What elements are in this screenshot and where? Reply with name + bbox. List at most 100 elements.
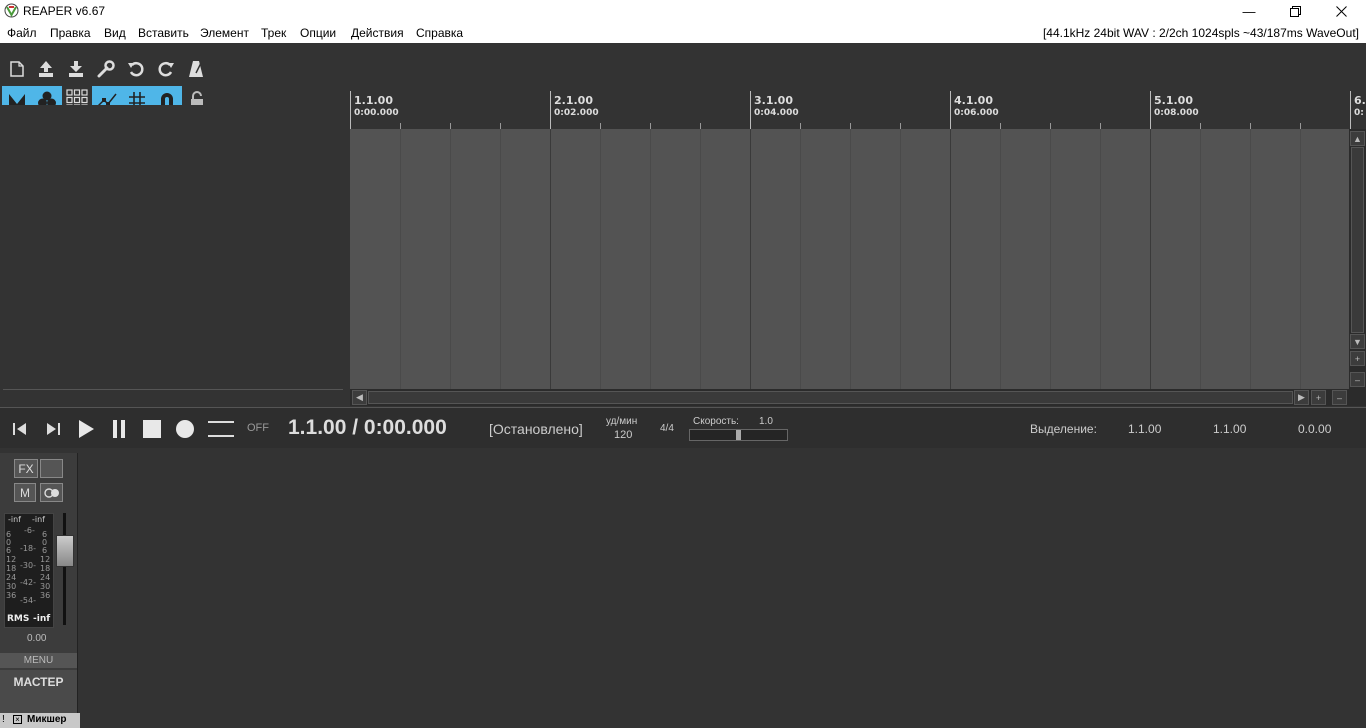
selection-end[interactable]: 1.1.00 — [1213, 422, 1246, 436]
redo-icon[interactable] — [154, 57, 178, 81]
play-button[interactable] — [75, 418, 97, 440]
scroll-down-icon: ▼ — [1353, 336, 1362, 347]
mixer-tab[interactable]: ! × Микшер — [0, 713, 80, 728]
grid-line — [800, 129, 801, 389]
timeline-ruler[interactable]: 1.1.00 0:00.000 2.1.00 0:02.000 3.1.00 0… — [350, 91, 1366, 130]
scroll-left-icon: ◀ — [356, 392, 363, 402]
rate-slider[interactable] — [689, 429, 788, 441]
menu-view[interactable]: Вид — [104, 26, 126, 40]
volume-fader-knob[interactable] — [56, 535, 74, 567]
ruler-beat: 5.1.00 — [1154, 94, 1193, 107]
master-meter[interactable]: -inf -inf -6- -18- -30- -42- -54- 6 0 6 … — [4, 513, 54, 628]
scroll-up-icon: ▲ — [1353, 133, 1362, 144]
menu-insert[interactable]: Вставить — [138, 26, 189, 40]
plus-icon: + — [1315, 392, 1322, 403]
scroll-up-button[interactable]: ▲ — [1350, 131, 1365, 146]
master-name: МАСТЕР — [0, 670, 77, 713]
minimize-button[interactable]: — — [1226, 0, 1272, 22]
grid-line — [1300, 129, 1301, 389]
meter-scale: -42- — [20, 578, 36, 587]
close-tab-icon[interactable]: × — [13, 715, 22, 724]
wrench-icon[interactable] — [94, 57, 118, 81]
pause-icon — [113, 420, 125, 438]
grid-line — [1100, 129, 1101, 389]
arrange-view[interactable] — [350, 129, 1349, 389]
selection-label: Выделение: — [1030, 422, 1097, 436]
menu-track[interactable]: Трек — [261, 26, 286, 40]
repeat-state[interactable]: OFF — [247, 422, 269, 434]
volume-fader-track[interactable] — [63, 513, 66, 625]
menu-help[interactable]: Справка — [416, 26, 463, 40]
undo-icon[interactable] — [124, 57, 148, 81]
selection-length[interactable]: 0.0.00 — [1298, 422, 1331, 436]
grid-line — [450, 129, 451, 389]
audio-status[interactable]: [44.1kHz 24bit WAV : 2/2ch 1024spls ~43/… — [1043, 26, 1359, 40]
save-upload-icon[interactable] — [34, 57, 58, 81]
meter-scale: 30 — [6, 582, 17, 591]
rate-slider-handle[interactable] — [736, 430, 741, 440]
record-button[interactable] — [174, 418, 196, 440]
mixer-panel[interactable] — [0, 448, 1366, 716]
master-fx-button[interactable]: FX — [14, 459, 38, 478]
menu-options[interactable]: Опции — [300, 26, 336, 40]
restore-button[interactable] — [1272, 0, 1318, 22]
menu-file[interactable]: Файл — [7, 26, 37, 40]
grid-line — [1200, 129, 1201, 389]
selection-start[interactable]: 1.1.00 — [1128, 422, 1161, 436]
skip-forward-icon — [47, 423, 60, 435]
ruler-marker: 5.1.00 0:08.000 — [1150, 91, 1199, 129]
pause-button[interactable] — [108, 418, 130, 440]
download-icon[interactable] — [64, 57, 88, 81]
master-mute-button[interactable]: M — [14, 483, 36, 502]
zoom-out-horizontal-button[interactable]: – — [1332, 390, 1347, 405]
dock-mark-icon: ! — [2, 714, 5, 725]
master-fx-bypass-button[interactable] — [40, 459, 63, 478]
grid-line — [400, 129, 401, 389]
time-signature[interactable]: 4/4 — [660, 423, 674, 434]
grid-line — [1000, 129, 1001, 389]
skip-back-icon — [13, 423, 26, 435]
rms-value: -inf — [33, 614, 51, 624]
repeat-icon — [208, 421, 234, 437]
plus-icon: + — [1354, 353, 1361, 364]
metronome-icon[interactable] — [184, 57, 208, 81]
scroll-down-button[interactable]: ▼ — [1350, 334, 1365, 349]
position-display[interactable]: 1.1.00 / 0:00.000 — [288, 416, 447, 440]
repeat-button[interactable] — [207, 418, 235, 440]
main-toolbar — [0, 43, 350, 114]
meter-scale: 12 — [40, 555, 51, 564]
meter-scale: 12 — [6, 555, 17, 564]
master-menu-button[interactable]: MENU — [0, 653, 77, 668]
meter-scale: 6 — [6, 546, 12, 555]
menu-edit[interactable]: Правка — [50, 26, 91, 40]
grid-line — [650, 129, 651, 389]
meter-scale: 6 — [42, 546, 48, 555]
bpm-value[interactable]: 120 — [614, 429, 632, 441]
ruler-beat: 1.1.00 — [354, 94, 393, 107]
tcp-divider — [3, 389, 343, 390]
grid-line — [550, 129, 551, 389]
zoom-in-horizontal-button[interactable]: + — [1311, 390, 1326, 405]
stop-button[interactable] — [141, 418, 163, 440]
new-project-icon[interactable] — [5, 57, 29, 81]
close-button[interactable] — [1318, 0, 1364, 22]
vertical-scroll-thumb[interactable] — [1351, 147, 1364, 333]
zoom-in-vertical-button[interactable]: + — [1350, 351, 1365, 366]
grid-line — [1250, 129, 1251, 389]
ruler-time: 0: — [1354, 108, 1364, 118]
go-to-end-button[interactable] — [42, 418, 64, 440]
vertical-scrollbar[interactable]: ▲ ▼ + – — [1349, 129, 1366, 389]
master-volume[interactable]: 0.00 — [27, 633, 46, 644]
scroll-left-button[interactable]: ◀ — [352, 390, 367, 405]
zoom-out-vertical-button[interactable]: – — [1350, 372, 1365, 387]
master-mono-button[interactable] — [40, 483, 63, 502]
scroll-right-button[interactable]: ▶ — [1294, 390, 1309, 405]
go-to-start-button[interactable] — [9, 418, 31, 440]
rate-value[interactable]: 1.0 — [759, 416, 773, 427]
horizontal-scrollbar[interactable]: ◀ ▶ + – — [350, 389, 1366, 406]
horizontal-scroll-thumb[interactable] — [368, 391, 1293, 404]
track-control-panel[interactable] — [0, 105, 350, 407]
rate-label: Скорость: — [693, 416, 739, 427]
menu-actions[interactable]: Действия — [351, 26, 404, 40]
menu-item[interactable]: Элемент — [200, 26, 249, 40]
